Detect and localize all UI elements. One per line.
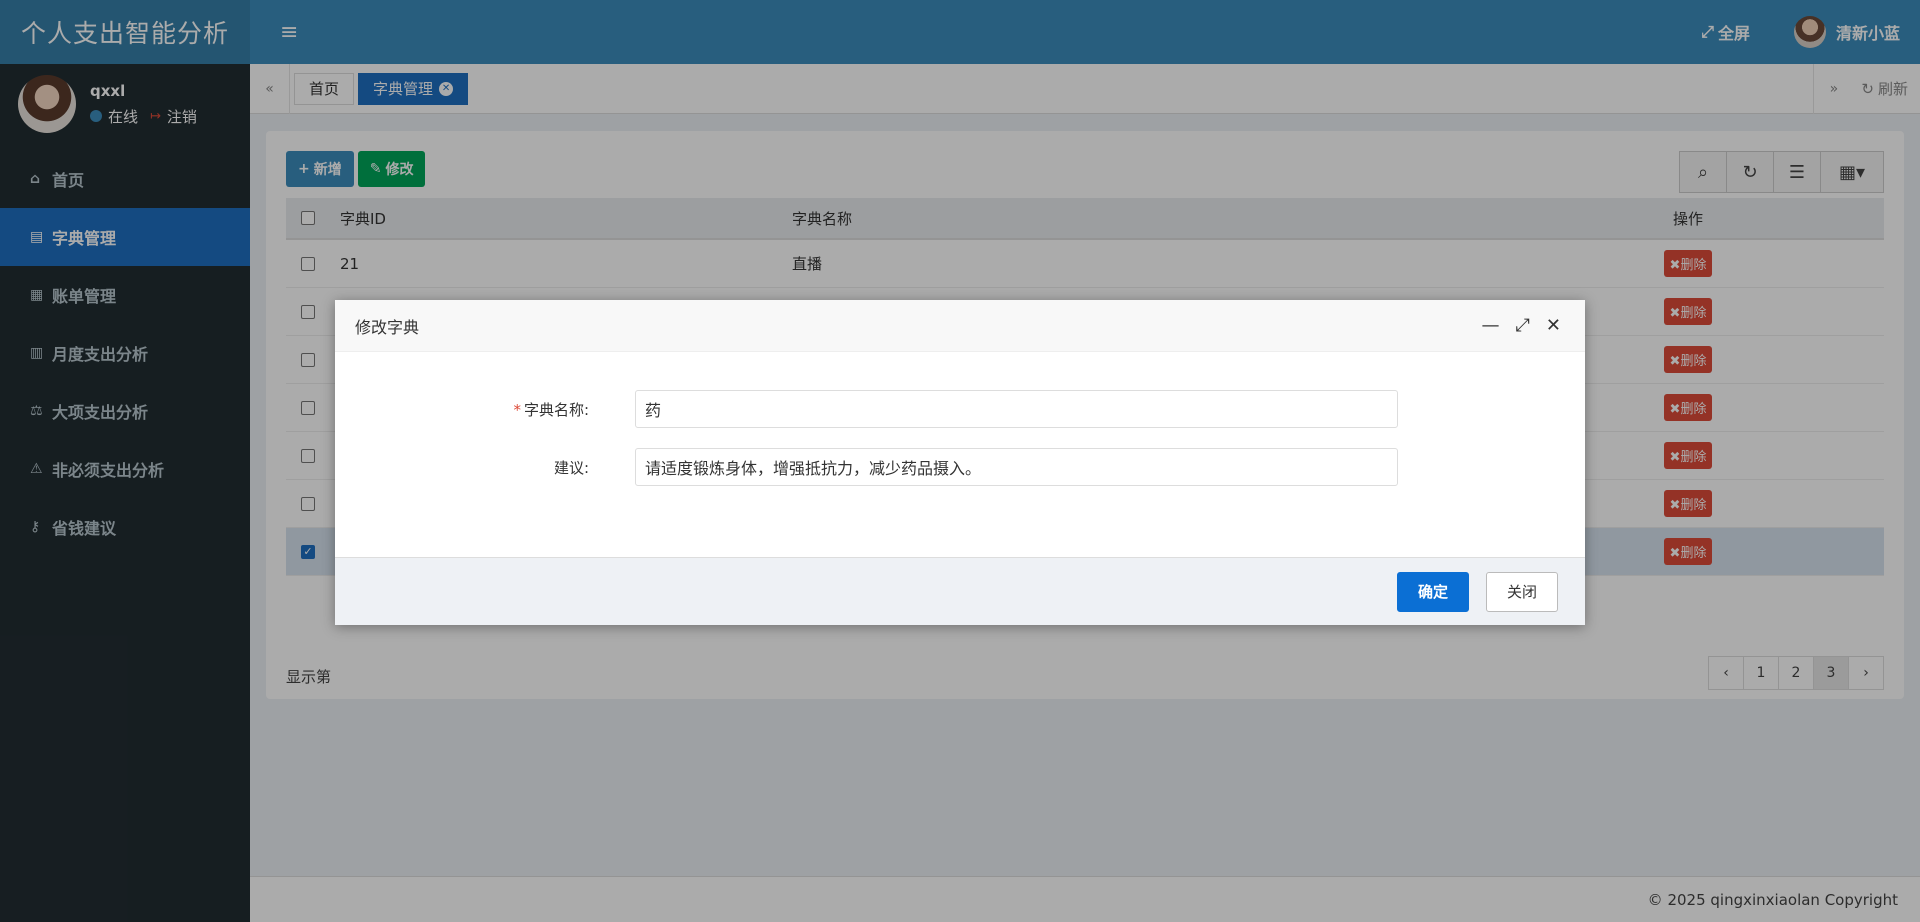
advice-field[interactable]: 请适度锻炼身体，增强抵抗力，减少药品摄入。 [635, 448, 1398, 486]
modal-body: * 字典名称: 药 建议: 请适度锻炼身体，增强抵抗力，减少药品摄入。 [335, 352, 1585, 557]
close-button[interactable]: 关闭 [1485, 571, 1558, 612]
modal-controls: — ⤢ ✕ [1482, 315, 1562, 336]
required-marker: * [513, 400, 521, 419]
maximize-icon[interactable]: ⤢ [1516, 315, 1530, 336]
edit-dictionary-modal: 修改字典 — ⤢ ✕ * 字典名称: 药 建议: 请适度锻炼身体，增强抵抗力，减少… [335, 300, 1585, 625]
modal-header: 修改字典 — ⤢ ✕ [335, 300, 1585, 352]
name-field[interactable]: 药 [635, 390, 1398, 428]
minimize-icon[interactable]: — [1482, 315, 1500, 336]
modal-footer: 确定 关闭 [335, 557, 1585, 625]
form-row-name: * 字典名称: 药 [335, 390, 1585, 428]
form-row-advice: 建议: 请适度锻炼身体，增强抵抗力，减少药品摄入。 [335, 448, 1585, 486]
confirm-button[interactable]: 确定 [1396, 571, 1469, 612]
name-label: * 字典名称: [513, 400, 589, 419]
modal-title: 修改字典 [355, 317, 420, 337]
close-icon[interactable]: ✕ [1546, 315, 1561, 336]
advice-label: 建议: [553, 458, 589, 477]
